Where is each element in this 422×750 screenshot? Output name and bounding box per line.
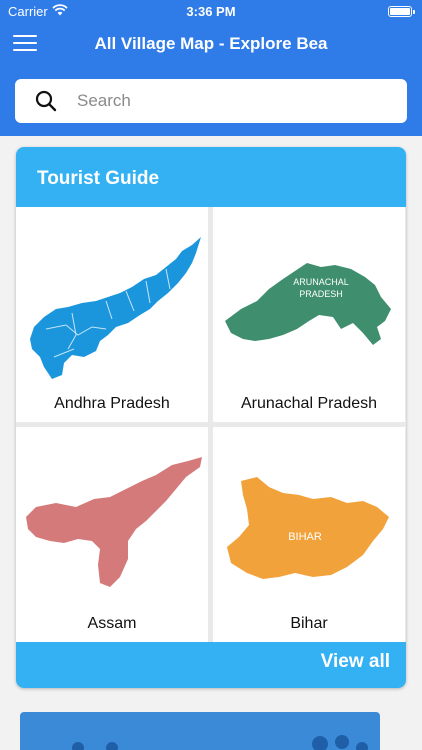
page-title: All Village Map - Explore Bea <box>94 34 328 53</box>
state-label-arunachal-pradesh: Arunachal Pradesh <box>240 395 378 412</box>
banner-illustration <box>72 735 368 750</box>
state-tile-bihar[interactable]: BIHAR Bihar <box>213 427 405 642</box>
clock: 3:36 PM <box>186 4 236 19</box>
state-label-assam: Assam <box>87 615 137 632</box>
arunachal-pradesh-map: ARUNACHAL PRADESH <box>225 263 391 345</box>
map-label-arunachal-1: ARUNACHAL <box>293 277 349 287</box>
promo-banner[interactable] <box>20 712 380 750</box>
search-icon <box>35 90 57 112</box>
map-label-bihar: BIHAR <box>288 531 322 543</box>
nav-bar: All Village Map - Explore Bea <box>0 22 422 136</box>
state-label-bihar: Bihar <box>290 615 328 632</box>
assam-map <box>26 457 202 587</box>
tourist-guide-footer: View all <box>16 642 406 688</box>
state-label-andhra-pradesh: Andhra Pradesh <box>54 395 170 412</box>
battery-icon <box>388 6 415 17</box>
search-bar[interactable] <box>15 79 407 123</box>
search-input[interactable] <box>77 87 387 115</box>
andhra-pradesh-map <box>30 237 201 379</box>
tourist-guide-card: Tourist Guide Andhra Pradesh ARUNACHAL P… <box>16 147 406 688</box>
state-tile-andhra-pradesh[interactable]: Andhra Pradesh <box>16 207 208 422</box>
tourist-guide-title: Tourist Guide <box>37 168 160 189</box>
state-tile-arunachal-pradesh[interactable]: ARUNACHAL PRADESH Arunachal Pradesh <box>213 207 405 422</box>
tourist-guide-header: Tourist Guide <box>16 147 406 207</box>
bihar-map: BIHAR <box>227 477 389 579</box>
state-tile-assam[interactable]: Assam <box>16 427 208 642</box>
hamburger-menu-icon[interactable] <box>13 35 39 53</box>
status-bar: Carrier 3:36 PM <box>0 0 422 22</box>
view-all-button[interactable]: View all <box>321 651 390 673</box>
map-label-arunachal-2: PRADESH <box>299 289 343 299</box>
